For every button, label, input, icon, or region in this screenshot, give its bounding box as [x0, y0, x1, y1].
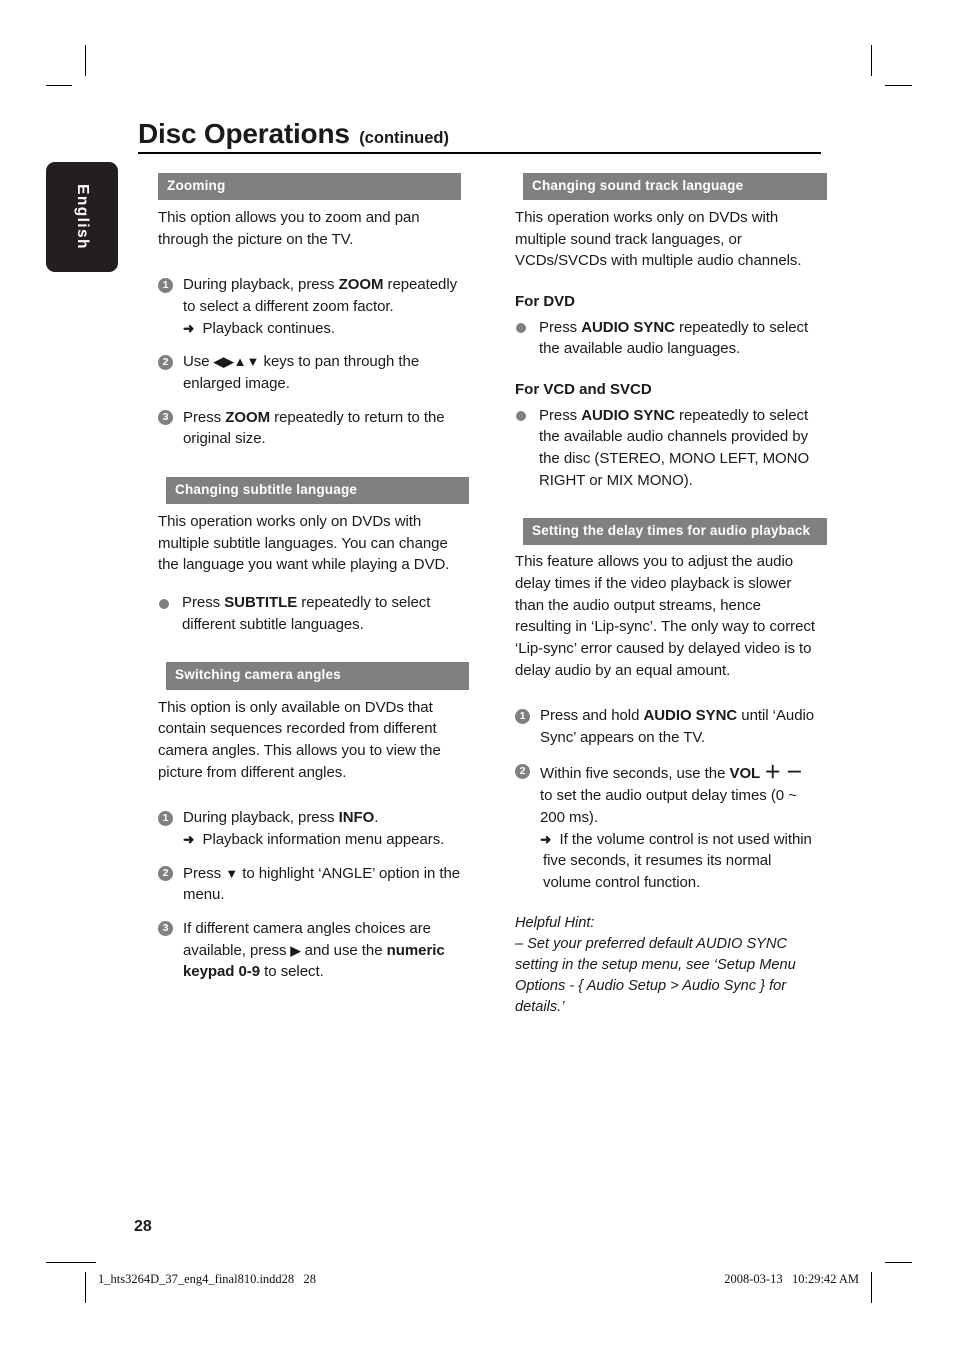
arrow-icon: ➜ — [183, 831, 195, 847]
right-arrow-key-icon: ▶ — [290, 942, 301, 958]
bullet-dot-icon — [516, 323, 526, 334]
audio-delay-intro: This feature allows you to adjust the au… — [515, 553, 815, 679]
footer-file-name: 1_hts3264D_37_eng4_final810.indd28 28 — [98, 1272, 317, 1286]
sound-track-intro: This operation works only on DVDs with m… — [515, 209, 802, 270]
step-bold-keyword: VOL — [729, 764, 761, 782]
step-bold-keyword: ZOOM — [225, 408, 271, 426]
bullet-text-before: Press — [539, 318, 582, 336]
camera-angles-step-3: 3 If different camera angles choices are… — [158, 918, 461, 983]
step-number-badge: 1 — [158, 810, 173, 826]
step-text-before: Press — [183, 864, 226, 882]
language-tab-label: English — [74, 184, 91, 250]
audio-delay-step-2: 2 Within five seconds, use the VOL ＋ － t… — [515, 761, 819, 894]
step-number-badge: 1 — [158, 277, 173, 293]
zooming-step-3: 3 Press ZOOM repeatedly to return to the… — [158, 407, 461, 450]
step-bold-keyword: AUDIO SYNC — [643, 707, 738, 725]
camera-angles-step-1: 1 During playback, press INFO. ➜ Playbac… — [158, 807, 461, 850]
subtitle-language-intro: This operation works only on DVDs with m… — [158, 513, 450, 574]
zooming-step-1: 1 During playback, press ZOOM repeatedly… — [158, 274, 461, 339]
step-number-badge: 2 — [158, 866, 173, 882]
camera-angles-intro: This option is only available on DVDs th… — [158, 698, 441, 781]
section-heading-sound-track-language: Changing sound track language — [523, 173, 827, 201]
subhead-for-vcd-svcd: For VCD and SVCD — [515, 381, 652, 399]
bullet-bold-keyword: AUDIO SYNC — [581, 406, 675, 424]
step-text-after: to select. — [260, 963, 324, 981]
step-text-before: During playback, press — [183, 809, 339, 827]
section-heading-camera-angles: Switching camera angles — [166, 662, 469, 690]
helpful-hint-label: Helpful Hint: — [515, 914, 595, 931]
crop-mark-bottom-right-vertical — [871, 1272, 872, 1303]
step-arrow-note: Playback information menu appears. — [202, 830, 445, 848]
arrow-icon: ➜ — [540, 831, 552, 847]
step-number-badge: 3 — [158, 921, 173, 937]
bullet-bold-keyword: SUBTITLE — [224, 594, 298, 612]
step-bold-keyword: ZOOM — [338, 276, 384, 294]
footer-divider — [46, 1262, 96, 1263]
step-number-badge: 2 — [515, 764, 530, 780]
crop-mark-top-left-vertical — [85, 45, 86, 76]
step-bold-keyword: INFO — [338, 809, 375, 827]
page-header: Disc Operations (continued) — [138, 118, 821, 150]
step-arrow-note: Playback continues. — [202, 319, 336, 337]
step-number-badge: 1 — [515, 708, 530, 724]
arrow-icon: ➜ — [183, 320, 195, 336]
step-text-before: During playback, press — [183, 276, 339, 294]
crop-mark-bottom-left-vertical — [85, 1272, 86, 1303]
bullet-dot-icon — [159, 598, 169, 609]
language-tab: English — [46, 162, 118, 272]
step-number-badge: 3 — [158, 410, 173, 426]
volume-plus-minus-icon: ＋ － — [764, 762, 803, 782]
section-heading-zooming: Zooming — [158, 173, 461, 201]
subhead-for-dvd: For DVD — [515, 293, 575, 311]
step-number-badge: 2 — [158, 354, 173, 370]
bullet-bold-keyword: AUDIO SYNC — [581, 318, 675, 336]
step-text-before: Within five seconds, use the — [540, 764, 730, 782]
camera-angles-step-2: 2 Press ▼ to highlight ‘ANGLE’ option in… — [158, 863, 461, 906]
section-heading-subtitle-language: Changing subtitle language — [166, 477, 469, 505]
down-arrow-key-icon: ▼ — [225, 865, 239, 881]
for-dvd-bullet: Press AUDIO SYNC repeatedly to select th… — [515, 317, 819, 360]
left-column: Zooming This option allows you to zoom a… — [158, 173, 469, 983]
step-text-before: Use — [183, 353, 214, 371]
direction-keys-icon: ◀▶▲▼ — [213, 354, 260, 370]
page-number: 28 — [134, 1218, 152, 1235]
subtitle-language-bullet: Press SUBTITLE repeatedly to select diff… — [158, 592, 461, 635]
bullet-dot-icon — [516, 411, 526, 422]
step-text-before: Press and hold — [540, 707, 644, 725]
audio-delay-step-1: 1 Press and hold AUDIO SYNC until ‘Audio… — [515, 705, 819, 748]
bullet-text-before: Press — [182, 594, 225, 612]
step-text-mid: and use the — [300, 941, 387, 959]
section-heading-audio-delay: Setting the delay times for audio playba… — [523, 518, 827, 546]
title-divider — [138, 152, 821, 154]
step-text-after: . — [374, 809, 379, 827]
crop-mark-top-right-vertical — [871, 45, 872, 76]
bullet-text-before: Press — [539, 406, 582, 424]
helpful-hint-text: – Set your preferred default AUDIO SYNC … — [515, 935, 796, 1015]
step-text-after: to set the audio output delay times (0 ~… — [540, 787, 797, 827]
zooming-intro: This option allows you to zoom and pan t… — [158, 209, 420, 248]
page-title: Disc Operations — [138, 118, 350, 149]
page-title-continued: (continued) — [359, 129, 450, 147]
step-text-before: Press — [183, 408, 226, 426]
footer-timestamp: 2008-03-13 10:29:42 AM — [724, 1272, 859, 1286]
crop-mark-top-left-horizontal — [46, 85, 72, 86]
step-arrow-note: If the volume control is not used within… — [543, 830, 812, 892]
for-vcd-bullet: Press AUDIO SYNC repeatedly to select th… — [515, 405, 819, 492]
zooming-step-2: 2 Use ◀▶▲▼ keys to pan through the enlar… — [158, 351, 461, 394]
right-column: Changing sound track language This opera… — [515, 173, 827, 1018]
crop-mark-top-right-horizontal — [885, 85, 912, 86]
crop-mark-bottom-right-horizontal — [885, 1262, 912, 1263]
